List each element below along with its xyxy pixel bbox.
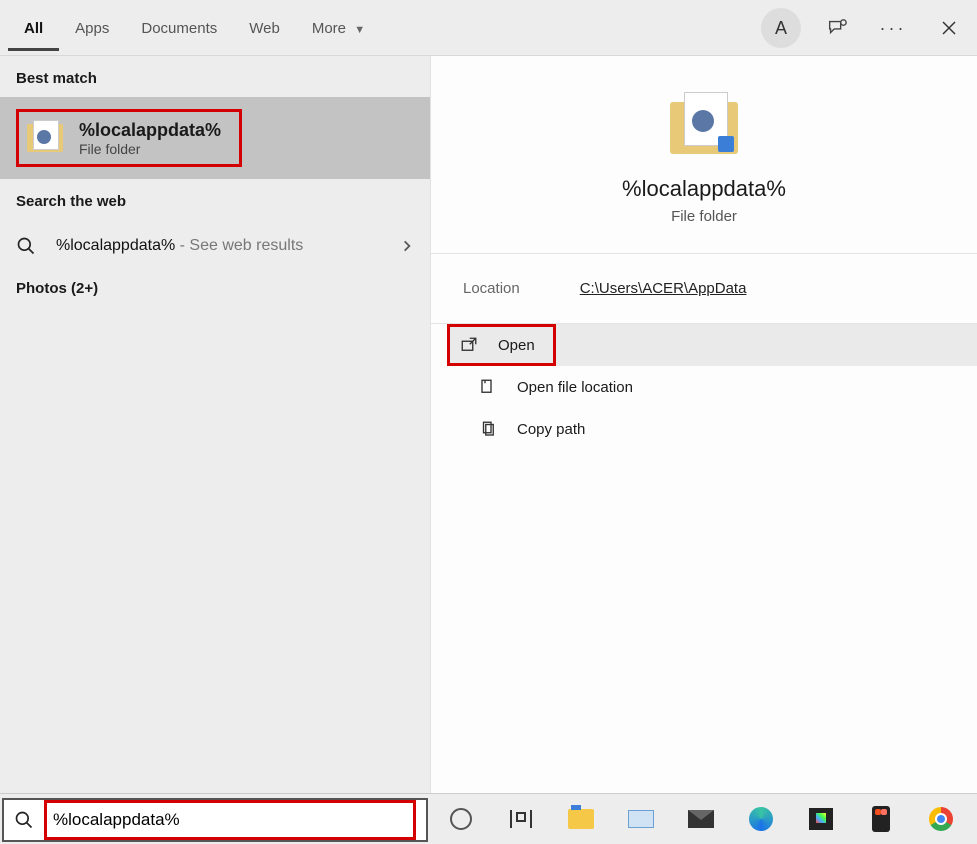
best-match-header: Best match <box>0 56 430 97</box>
open-icon <box>460 336 478 354</box>
tab-documents[interactable]: Documents <box>125 4 233 51</box>
open-highlight: Open <box>447 324 556 366</box>
location-value[interactable]: C:\Users\ACER\AppData <box>580 280 747 297</box>
search-web-header: Search the web <box>0 179 430 220</box>
action-open-label: Open <box>498 337 535 354</box>
edge-browser-icon[interactable] <box>746 804 776 834</box>
mail-app-icon[interactable] <box>686 804 716 834</box>
action-copy-path-label: Copy path <box>517 421 585 438</box>
user-avatar[interactable]: A <box>761 8 801 48</box>
taskbar-apps <box>430 794 977 843</box>
photos-header[interactable]: Photos (2+) <box>0 272 430 305</box>
task-view-icon[interactable] <box>506 804 536 834</box>
search-icon <box>16 236 36 256</box>
preview-title: %localappdata% <box>622 176 786 202</box>
location-label: Location <box>463 280 520 297</box>
action-open-file-location[interactable]: Open file location <box>447 366 977 408</box>
tab-all[interactable]: All <box>8 4 59 51</box>
file-explorer-icon[interactable] <box>566 804 596 834</box>
best-match-text: %localappdata% File folder <box>79 120 221 157</box>
action-open[interactable]: Open <box>447 324 977 366</box>
folder-location-icon <box>479 378 497 396</box>
web-result-text: %localappdata% - See web results <box>56 237 380 255</box>
actions-list: Open Open file location Copy path <box>431 324 977 450</box>
search-filter-tabs: All Apps Documents Web More ▼ A ··· <box>0 0 977 56</box>
taskbar-search-box[interactable] <box>2 798 428 842</box>
web-result-suffix: - See web results <box>175 237 303 254</box>
keyboard-app-icon[interactable] <box>626 804 656 834</box>
copy-icon <box>479 420 497 438</box>
tab-web[interactable]: Web <box>233 4 296 51</box>
microsoft-store-icon[interactable] <box>806 804 836 834</box>
cortana-icon[interactable] <box>446 804 476 834</box>
feedback-icon[interactable] <box>817 8 857 48</box>
best-match-result[interactable]: %localappdata% File folder <box>0 97 430 179</box>
taskbar-search-wrapper <box>0 794 430 844</box>
tab-list: All Apps Documents Web More ▼ <box>8 4 381 51</box>
taskbar <box>0 793 977 843</box>
web-result-query: %localappdata% <box>56 237 175 254</box>
more-options-icon[interactable]: ··· <box>873 8 913 48</box>
tabbar-right-controls: A ··· <box>761 0 969 56</box>
best-match-subtitle: File folder <box>79 141 221 157</box>
tab-apps[interactable]: Apps <box>59 4 125 51</box>
search-body: Best match %localappdata% File folder Se… <box>0 56 977 793</box>
search-input-highlight <box>44 800 416 840</box>
figma-icon[interactable] <box>866 804 896 834</box>
preview-subtitle: File folder <box>671 208 737 225</box>
best-match-title: %localappdata% <box>79 120 221 141</box>
action-copy-path[interactable]: Copy path <box>447 408 977 450</box>
close-button[interactable] <box>929 8 969 48</box>
action-open-file-location-label: Open file location <box>517 379 633 396</box>
search-input[interactable] <box>47 810 413 830</box>
folder-icon <box>25 118 65 158</box>
web-search-result[interactable]: %localappdata% - See web results <box>0 220 430 272</box>
chrome-icon[interactable] <box>926 804 956 834</box>
best-match-highlight: %localappdata% File folder <box>16 109 242 167</box>
results-pane: Best match %localappdata% File folder Se… <box>0 56 430 793</box>
folder-icon-large <box>664 86 744 158</box>
search-icon <box>14 810 34 830</box>
tab-more[interactable]: More ▼ <box>296 4 381 51</box>
location-row: Location C:\Users\ACER\AppData <box>431 254 977 323</box>
caret-down-icon: ▼ <box>354 24 365 36</box>
chevron-right-icon <box>400 239 414 253</box>
preview-pane: %localappdata% File folder Location C:\U… <box>430 56 977 793</box>
tab-more-label: More <box>312 20 346 37</box>
